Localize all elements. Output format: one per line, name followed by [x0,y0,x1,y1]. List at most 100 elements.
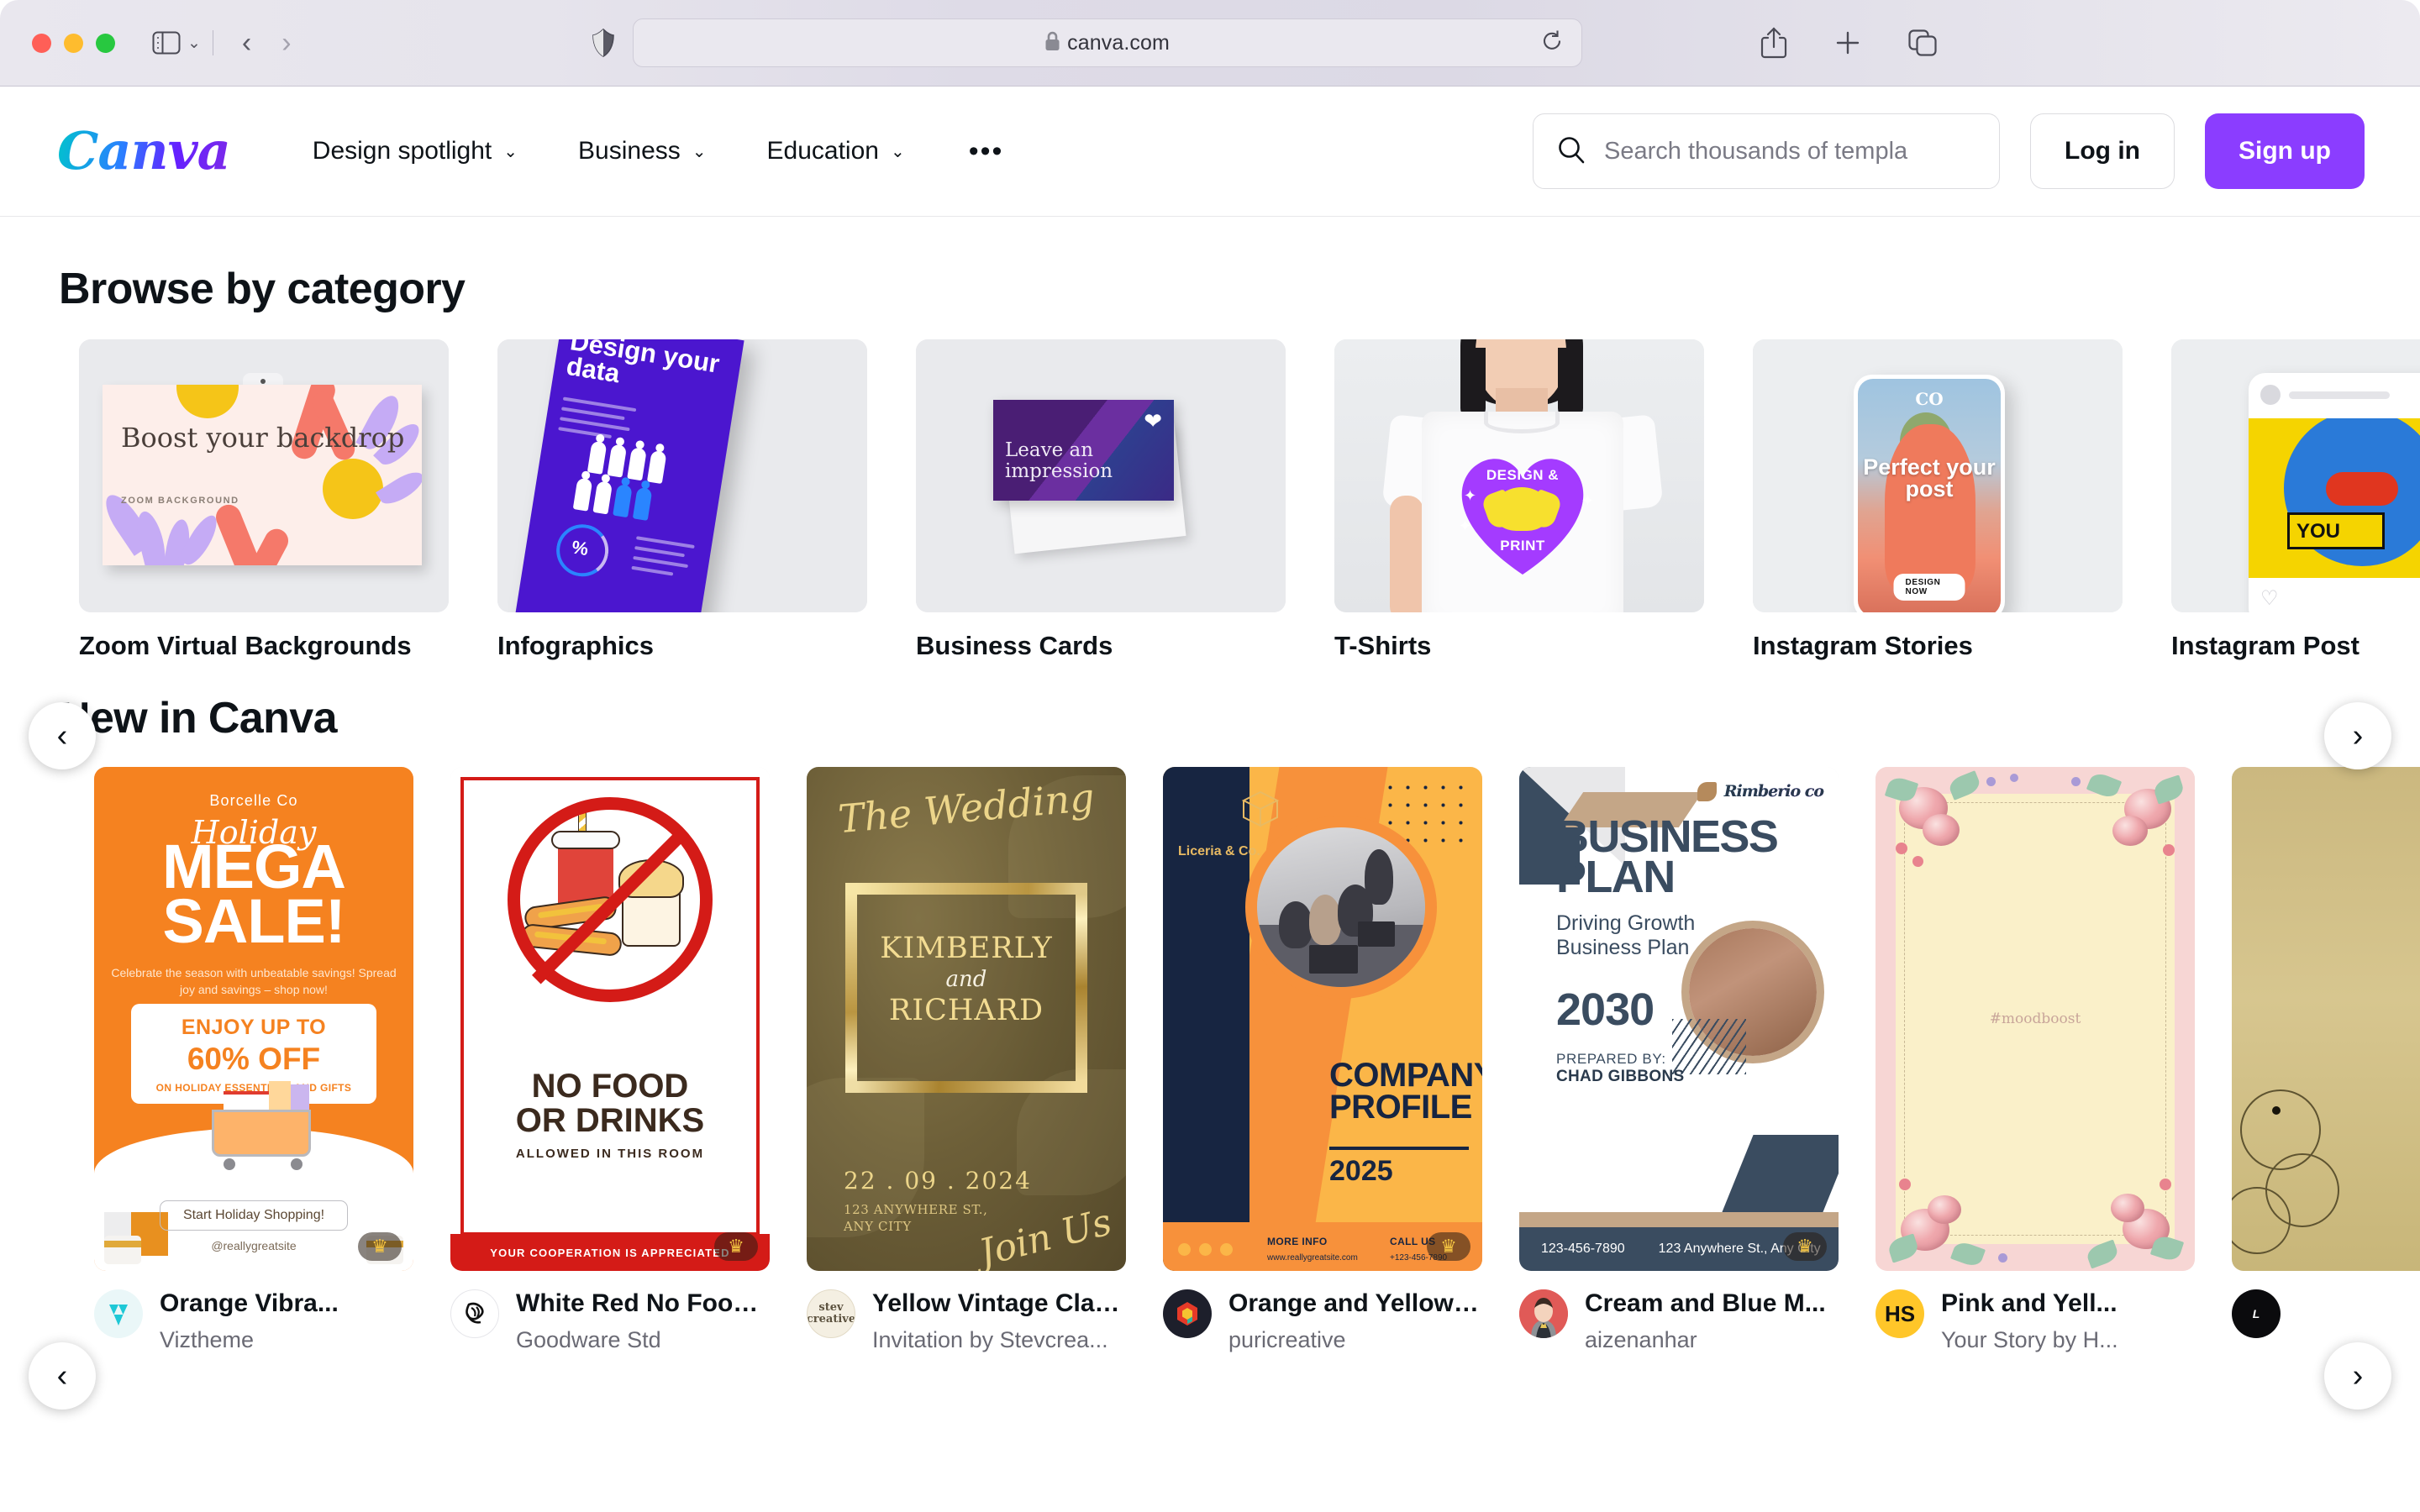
author-avatar[interactable]: HS [1876,1289,1924,1338]
category-thumbnail[interactable]: ✦ ✦ ✦ DESIGN & PRINT [1334,339,1704,612]
plus-icon[interactable] [1834,29,1861,56]
template-thumbnail[interactable]: Liceria & Co. COMPANY PROFILE 2025 MORE … [1163,767,1482,1271]
canva-logo[interactable]: Canva [57,125,231,177]
template-meta: Cream and Blue M... aizenanhar [1519,1289,1839,1353]
search-box[interactable] [1533,113,2001,189]
maximize-window-button[interactable] [96,33,115,53]
phone-screen: CO Perfect your post DESIGN NOW [1858,379,2001,612]
red-pill [2326,472,2398,506]
author-avatar[interactable]: stev creative [807,1289,855,1338]
category-label: Instagram Stories [1753,631,1973,660]
category-card-business-cards[interactable]: ❤ Leave an impression Business Cards [916,339,1286,661]
thumb-subtitle: % [570,536,590,560]
category-carousel-prev-button[interactable]: ‹ [29,702,96,769]
back-chevron-icon[interactable]: ‹ [242,29,251,57]
nav-more-icon[interactable]: ••• [957,137,1016,165]
template-author[interactable]: aizenanhar [1585,1327,1826,1353]
signup-button[interactable]: Sign up [2205,113,2365,189]
category-thumbnail[interactable]: ❤ Leave an impression [916,339,1286,612]
share-icon[interactable] [1760,27,1787,59]
category-card-instagram-stories[interactable]: CO Perfect your post DESIGN NOW Instagra… [1753,339,2123,661]
infographic-art: Design your data % [497,339,867,612]
template-card-cream-and-blue[interactable]: Rimberio co BUSINESS PLAN Driving Growth… [1519,767,1839,1353]
author-avatar[interactable] [1519,1289,1568,1338]
template-name[interactable]: Pink and Yell... [1941,1289,2118,1319]
art-names: KIMBERLY and RICHARD [845,932,1087,1027]
template-name[interactable]: White Red No Food... [516,1289,768,1319]
template-name[interactable]: Yellow Vintage Clas... [872,1289,1124,1319]
template-thumbnail[interactable]: #moodboost [1876,767,2195,1271]
phone-mockup: YOU ♡ [2249,373,2420,612]
tab-overview-icon[interactable] [1907,29,1937,56]
author-avatar[interactable]: L [2232,1289,2281,1338]
new-in-canva-prev-button[interactable]: ‹ [29,1342,96,1410]
page-content: Browse by category Boost your backdrop Z… [0,217,2420,1512]
search-input[interactable] [1604,137,1976,165]
template-card-yellow-vintage-classic[interactable]: The Wedding KIMBERLY and RICHARD 22 . 09… [807,767,1126,1353]
chevron-down-icon[interactable]: ⌄ [187,34,201,53]
template-card-partial[interactable]: L [2232,767,2420,1353]
category-thumbnail[interactable]: Design your data % [497,339,867,612]
template-author[interactable]: Goodware Std [516,1327,768,1353]
thumb-subtitle: ZOOM BACKGROUND [121,496,239,506]
template-card-white-red-no-food[interactable]: NO FOOD OR DRINKS ALLOWED IN THIS ROOM Y… [450,767,770,1353]
template-card-orange-vibrant[interactable]: Borcelle Co Holiday MEGA SALE! Celebrate… [94,767,413,1353]
nav-item-education[interactable]: Education ⌄ [759,127,913,176]
category-card-infographics[interactable]: Design your data % Infographics [497,339,867,661]
category-thumbnail[interactable]: Boost your backdrop ZOOM BACKGROUND [79,339,449,612]
nav-arrows: ‹ › [242,29,292,57]
mega-sale-art: Borcelle Co Holiday MEGA SALE! Celebrate… [94,767,413,1271]
template-name[interactable]: Orange Vibra... [160,1289,339,1319]
minimize-window-button[interactable] [64,33,83,53]
instagram-story-art: CO Perfect your post DESIGN NOW [1753,339,2123,612]
template-author[interactable]: Invitation by Stevcrea... [872,1327,1124,1353]
navy-panel [1163,767,1249,1271]
category-carousel-next-button[interactable]: › [2324,702,2391,769]
template-thumbnail[interactable]: Rimberio co BUSINESS PLAN Driving Growth… [1519,767,1839,1271]
author-avatar[interactable] [1163,1289,1212,1338]
address-bar-url: canva.com [1067,30,1170,55]
window-traffic-lights[interactable] [32,33,115,53]
template-name[interactable]: Orange and Yellow ... [1228,1289,1481,1319]
address-bar[interactable]: canva.com [632,18,1582,67]
pro-crown-badge: ♛ [1783,1232,1827,1261]
business-plan-art: Rimberio co BUSINESS PLAN Driving Growth… [1519,767,1839,1271]
category-card-t-shirts[interactable]: ✦ ✦ ✦ DESIGN & PRINT T-Shirts [1334,339,1704,661]
reload-icon[interactable] [1541,30,1563,56]
template-thumbnail[interactable]: NO FOOD OR DRINKS ALLOWED IN THIS ROOM Y… [450,767,770,1271]
sparkle-icon: ✦ [1464,487,1477,504]
nav-label: Education [766,137,879,165]
template-card-orange-and-yellow[interactable]: Liceria & Co. COMPANY PROFILE 2025 MORE … [1163,767,1482,1353]
sidebar-toggle-icon[interactable] [152,31,181,55]
chevron-down-icon: ⌄ [503,142,518,161]
category-card-instagram-post[interactable]: YOU ♡ Instagram Post [2171,339,2420,661]
category-card-zoom-virtual-backgrounds[interactable]: Boost your backdrop ZOOM BACKGROUND Zoom… [79,339,449,661]
template-author[interactable]: Your Story by H... [1941,1327,2118,1353]
close-window-button[interactable] [32,33,51,53]
sparkle-icon: ✦ [1581,492,1595,509]
search-icon [1557,135,1586,168]
category-thumbnail[interactable]: YOU ♡ [2171,339,2420,612]
template-author[interactable]: puricreative [1228,1327,1481,1353]
thumb-brand: CO [1915,389,1944,409]
nav-item-design-spotlight[interactable]: Design spotlight ⌄ [304,127,526,176]
forward-chevron-icon[interactable]: › [281,29,291,57]
privacy-shield-icon[interactable] [592,29,614,57]
template-thumbnail[interactable]: Borcelle Co Holiday MEGA SALE! Celebrate… [94,767,413,1271]
hatch-pattern [1672,1019,1746,1074]
template-card-pink-and-yellow[interactable]: #moodboost HS Pink and Yell... Your Stor… [1876,767,2195,1353]
category-thumbnail[interactable]: CO Perfect your post DESIGN NOW [1753,339,2123,612]
login-button[interactable]: Log in [2030,113,2175,189]
template-author[interactable]: Viztheme [160,1327,339,1353]
template-thumbnail[interactable] [2232,767,2420,1271]
template-name[interactable]: Cream and Blue M... [1585,1289,1826,1319]
new-in-canva-next-button[interactable]: › [2324,1342,2391,1410]
template-thumbnail[interactable]: The Wedding KIMBERLY and RICHARD 22 . 09… [807,767,1126,1271]
nav-item-business[interactable]: Business ⌄ [570,127,715,176]
dot-pattern [1381,779,1470,843]
art-footer-text: YOUR COOPERATION IS APPRECIATED [490,1246,730,1259]
author-avatar[interactable] [94,1289,143,1338]
nav-label: Design spotlight [312,137,492,165]
lilac-leaf [376,466,422,510]
author-avatar[interactable] [450,1289,499,1338]
